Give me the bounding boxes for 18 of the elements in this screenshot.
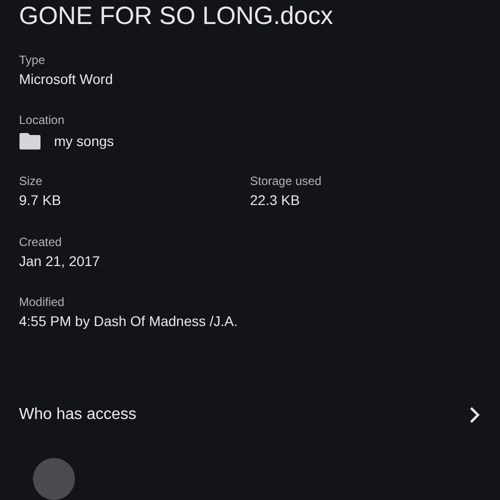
field-label: Type <box>19 52 46 69</box>
folder-link[interactable]: my songs <box>54 131 114 152</box>
field-label: Location <box>19 112 64 130</box>
field-value: Microsoft Word <box>19 70 113 89</box>
field-label: Created <box>19 234 62 251</box>
field-value: 4:55 PM by Dash Of Madness /J.A. <box>19 312 238 332</box>
access-label: Who has access <box>19 406 136 424</box>
field-value: 22.3 KB <box>250 191 300 210</box>
folder-icon <box>19 132 41 150</box>
avatar-icon <box>33 458 75 500</box>
field-value: 9.7 KB <box>19 191 62 210</box>
chevron-right-icon <box>469 406 481 424</box>
field-label: Modified <box>19 294 64 312</box>
who-has-access-row[interactable]: Who has access <box>19 402 481 427</box>
file-title: GONE FOR SO LONG.docx <box>19 1 334 32</box>
field-label: Size <box>19 173 42 190</box>
field-label: Storage used <box>250 173 322 190</box>
field-value: Jan 21, 2017 <box>19 252 100 271</box>
